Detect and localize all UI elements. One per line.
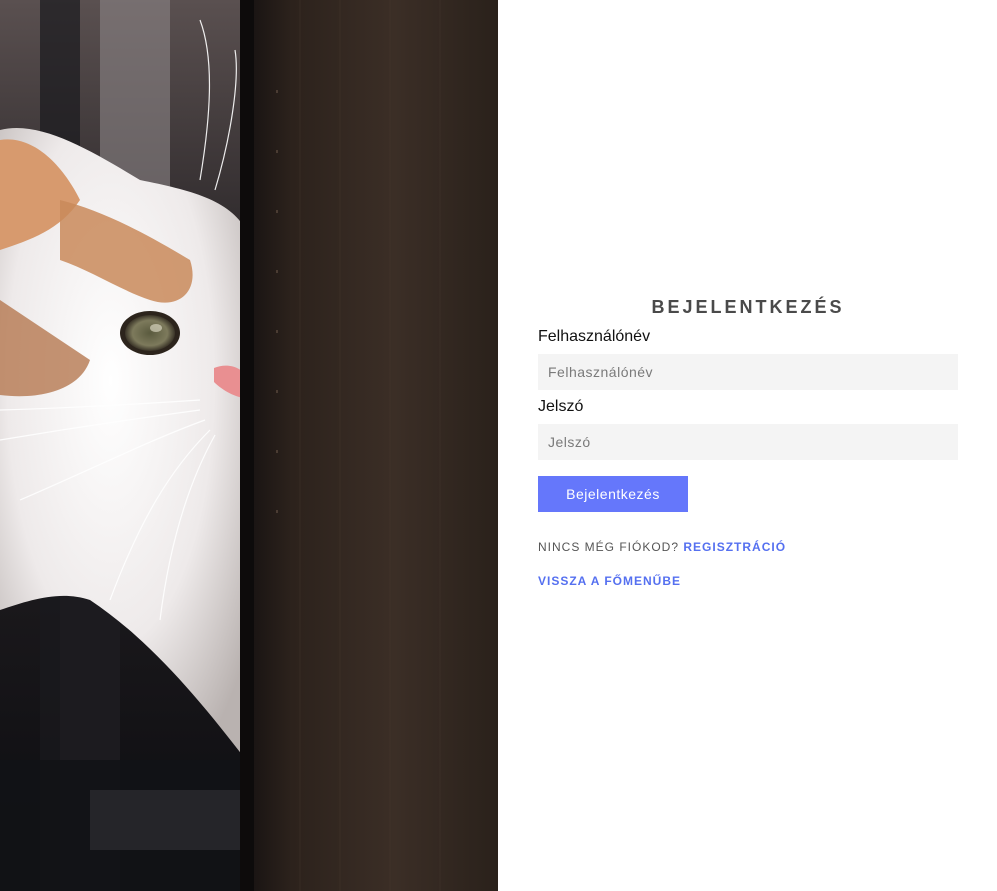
login-panel: BEJELENTKEZÉS Felhasználónév Jelszó Beje…	[498, 0, 997, 891]
page-title: BEJELENTKEZÉS	[651, 297, 845, 317]
back-to-main-link[interactable]: VISSZA A FŐMENŰBE	[538, 574, 681, 588]
no-account-text: NINCS MÉG FIÓKOD?	[538, 540, 684, 554]
cat-photo-illustration	[0, 0, 498, 891]
password-label: Jelszó	[538, 398, 584, 415]
login-button[interactable]: Bejelentkezés	[538, 476, 688, 512]
register-prompt: NINCS MÉG FIÓKOD? REGISZTRÁCIÓ	[538, 540, 786, 554]
register-link[interactable]: REGISZTRÁCIÓ	[683, 540, 786, 554]
username-label: Felhasználónév	[538, 328, 651, 345]
username-input[interactable]	[538, 354, 958, 390]
password-input[interactable]	[538, 424, 958, 460]
cat-photo	[0, 0, 498, 891]
